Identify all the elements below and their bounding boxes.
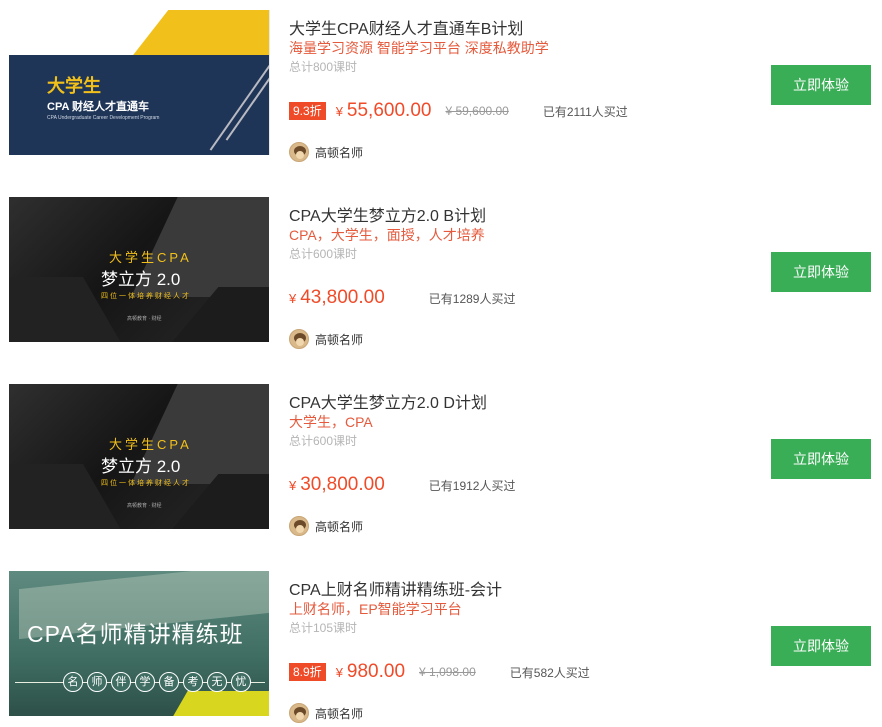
thumbnail-decoration bbox=[170, 691, 269, 716]
thumbnail-text: 梦立方 2.0 bbox=[101, 270, 181, 289]
teacher-avatar-icon bbox=[289, 516, 309, 536]
try-now-button[interactable]: 立即体验 bbox=[771, 439, 871, 479]
thumbnail-text: CPA 财经人才直通车 bbox=[47, 101, 150, 113]
sold-count: 已有2111人买过 bbox=[542, 104, 628, 119]
thumbnail-text: 大学生CPA bbox=[109, 437, 192, 452]
thumbnail-chip: 无 bbox=[207, 672, 227, 692]
sold-count: 已有582人买过 bbox=[509, 665, 590, 680]
currency-symbol: ¥ bbox=[335, 103, 343, 119]
course-thumbnail[interactable]: 大学生CPA 梦立方 2.0 四位一体培养财经人才 高顿教育 · 财经 bbox=[9, 197, 269, 342]
price-row: ¥ 43,800.00 已有1289人买过 bbox=[289, 285, 515, 311]
thumbnail-logo: 高顿教育 · 财经 bbox=[127, 316, 162, 322]
teacher-info: 高顿名师 bbox=[289, 703, 363, 723]
price-row: 9.3折 ¥ 55,600.00 ¥ 59,600.00 已有2111人买过 bbox=[289, 98, 628, 124]
thumbnail-logo: 高顿教育 · 财经 bbox=[127, 503, 162, 509]
thumbnail-text: 四位一体培养财经人才 bbox=[101, 293, 191, 300]
discount-badge: 9.3折 bbox=[289, 102, 326, 120]
course-thumbnail[interactable]: 大学生 CPA 财经人才直通车 CPA Undergraduate Career… bbox=[9, 10, 269, 155]
thumbnail-chip: 伴 bbox=[111, 672, 131, 692]
course-tags: 上财名师，EP智能学习平台 bbox=[289, 601, 462, 617]
course-hours: 总计600课时 bbox=[289, 247, 358, 261]
course-price: 55,600.00 bbox=[346, 100, 432, 121]
teacher-avatar-icon bbox=[289, 329, 309, 349]
teacher-info: 高顿名师 bbox=[289, 142, 363, 162]
teacher-name: 高顿名师 bbox=[315, 332, 364, 347]
discount-badge: 8.9折 bbox=[289, 663, 326, 681]
teacher-avatar-icon bbox=[289, 142, 309, 162]
price-row: 8.9折 ¥ 980.00 ¥ 1,098.00 已有582人买过 bbox=[289, 659, 590, 685]
teacher-info: 高顿名师 bbox=[289, 516, 363, 536]
course-thumbnail[interactable]: CPA名师精讲精练班 名 师 伴 学 备 考 无 忧 bbox=[9, 571, 269, 716]
thumbnail-chips: 名 师 伴 学 备 考 无 忧 bbox=[63, 672, 255, 692]
course-title[interactable]: CPA上财名师精讲精练班-会计 bbox=[289, 576, 502, 600]
course-card: CPA名师精讲精练班 名 师 伴 学 备 考 无 忧 CPA上财名师精讲精练班-… bbox=[0, 571, 882, 723]
teacher-avatar-icon bbox=[289, 703, 309, 723]
thumbnail-text: 四位一体培养财经人才 bbox=[101, 480, 191, 487]
price-row: ¥ 30,800.00 已有1912人买过 bbox=[289, 472, 515, 498]
course-price: 30,800.00 bbox=[300, 474, 385, 495]
currency-symbol: ¥ bbox=[289, 290, 297, 306]
original-price: ¥ 59,600.00 bbox=[445, 104, 509, 118]
original-price: ¥ 1,098.00 bbox=[419, 665, 476, 679]
course-title[interactable]: CPA大学生梦立方2.0 B计划 bbox=[289, 202, 486, 226]
sold-count: 已有1912人买过 bbox=[428, 478, 516, 493]
thumbnail-text: 大学生 bbox=[47, 76, 101, 96]
course-card: 大学生CPA 梦立方 2.0 四位一体培养财经人才 高顿教育 · 财经 CPA大… bbox=[0, 197, 882, 349]
thumbnail-text: 大学生CPA bbox=[109, 250, 192, 265]
sold-count: 已有1289人买过 bbox=[428, 291, 516, 306]
try-now-button[interactable]: 立即体验 bbox=[771, 626, 871, 666]
course-title[interactable]: 大学生CPA财经人才直通车B计划 bbox=[289, 15, 523, 39]
try-now-button[interactable]: 立即体验 bbox=[771, 252, 871, 292]
thumbnail-text: CPA Undergraduate Career Development Pro… bbox=[47, 115, 160, 121]
course-price: 43,800.00 bbox=[300, 287, 385, 308]
currency-symbol: ¥ bbox=[289, 477, 297, 493]
course-hours: 总计105课时 bbox=[289, 621, 358, 635]
course-title[interactable]: CPA大学生梦立方2.0 D计划 bbox=[289, 389, 487, 413]
teacher-name: 高顿名师 bbox=[315, 519, 364, 534]
course-card: 大学生CPA 梦立方 2.0 四位一体培养财经人才 高顿教育 · 财经 CPA大… bbox=[0, 384, 882, 536]
course-tags: 海量学习资源 智能学习平台 深度私教助学 bbox=[289, 40, 549, 56]
thumbnail-chip: 学 bbox=[135, 672, 155, 692]
course-tags: 大学生，CPA bbox=[289, 414, 373, 430]
teacher-info: 高顿名师 bbox=[289, 329, 363, 349]
course-hours: 总计600课时 bbox=[289, 434, 358, 448]
thumbnail-chip: 忧 bbox=[231, 672, 251, 692]
try-now-button[interactable]: 立即体验 bbox=[771, 65, 871, 105]
thumbnail-chip: 师 bbox=[87, 672, 107, 692]
thumbnail-text: CPA名师精讲精练班 bbox=[27, 621, 244, 647]
teacher-name: 高顿名师 bbox=[315, 706, 364, 721]
course-hours: 总计800课时 bbox=[289, 60, 358, 74]
thumbnail-chip: 考 bbox=[183, 672, 203, 692]
currency-symbol: ¥ bbox=[335, 664, 343, 680]
course-card: 大学生 CPA 财经人才直通车 CPA Undergraduate Career… bbox=[0, 10, 882, 162]
course-tags: CPA，大学生，面授，人才培养 bbox=[289, 227, 485, 243]
thumbnail-chip: 备 bbox=[159, 672, 179, 692]
course-price: 980.00 bbox=[346, 661, 406, 682]
teacher-name: 高顿名师 bbox=[315, 145, 364, 160]
thumbnail-text: 梦立方 2.0 bbox=[101, 457, 181, 476]
thumbnail-chip: 名 bbox=[63, 672, 83, 692]
divider bbox=[269, 10, 270, 155]
course-thumbnail[interactable]: 大学生CPA 梦立方 2.0 四位一体培养财经人才 高顿教育 · 财经 bbox=[9, 384, 269, 529]
